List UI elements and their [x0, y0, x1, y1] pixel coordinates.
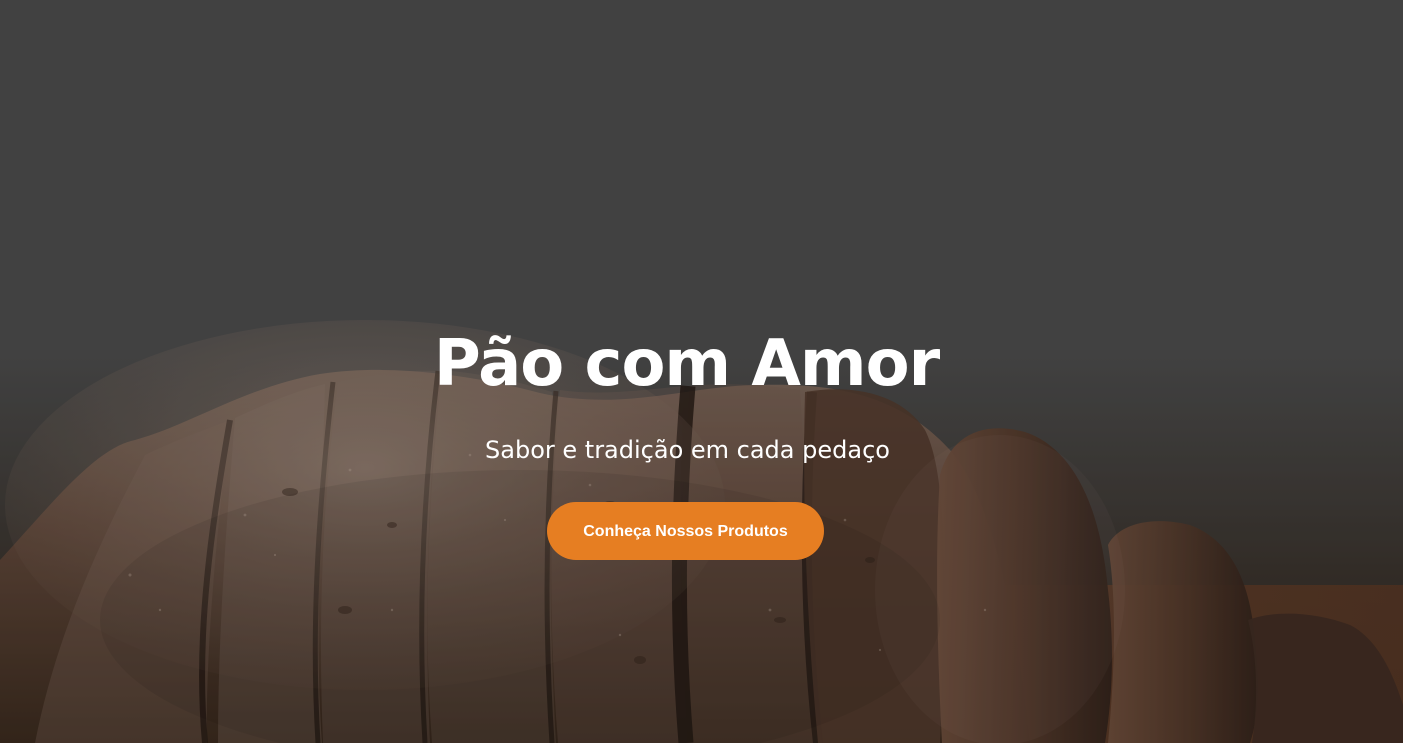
hero-title: Pão com Amor — [433, 327, 940, 401]
hero-subtitle: Sabor e tradição em cada pedaço — [485, 436, 890, 464]
hero-section: Pão com Amor Sabor e tradição em cada pe… — [0, 0, 1403, 743]
products-cta-button[interactable]: Conheça Nossos Produtos — [547, 502, 824, 560]
hero-content: Pão com Amor Sabor e tradição em cada pe… — [0, 325, 1403, 560]
